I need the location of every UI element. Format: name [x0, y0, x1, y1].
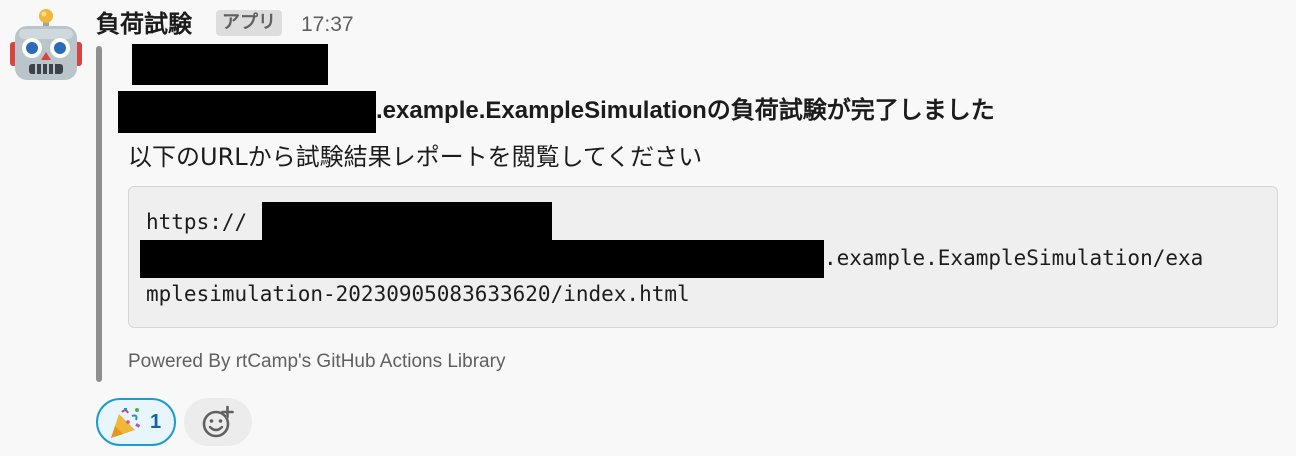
attachment-footer: Powered By rtCamp's GitHub Actions Libra… — [128, 351, 506, 372]
reaction-party-popper[interactable]: 1 — [96, 398, 176, 446]
attachment-color-bar — [96, 46, 102, 382]
redacted-block — [262, 202, 552, 240]
report-url-line-3[interactable]: mplesimulation-20230905083633620/index.h… — [146, 276, 690, 312]
attachment-title: .example.ExampleSimulationの負荷試験が完了しました — [376, 97, 995, 124]
report-url-line-1[interactable]: https:// — [146, 204, 247, 240]
robot-face-icon — [10, 9, 82, 80]
sender-name[interactable]: 負荷試験 — [96, 6, 192, 42]
attachment-text: 以下のURLから試験結果レポートを閲覧してください — [128, 143, 703, 171]
add-emoji-icon — [202, 405, 234, 438]
redacted-block — [132, 44, 328, 85]
message-timestamp[interactable]: 17:37 — [301, 8, 354, 42]
app-badge: アプリ — [216, 10, 282, 36]
redacted-block — [118, 91, 376, 133]
redacted-block — [140, 240, 824, 278]
report-url-line-2[interactable]: .example.ExampleSimulation/exa — [824, 240, 1203, 276]
reaction-count: 1 — [150, 411, 162, 433]
party-popper-icon — [111, 408, 141, 438]
bot-avatar[interactable] — [10, 8, 82, 84]
add-reaction-button[interactable] — [184, 398, 252, 446]
